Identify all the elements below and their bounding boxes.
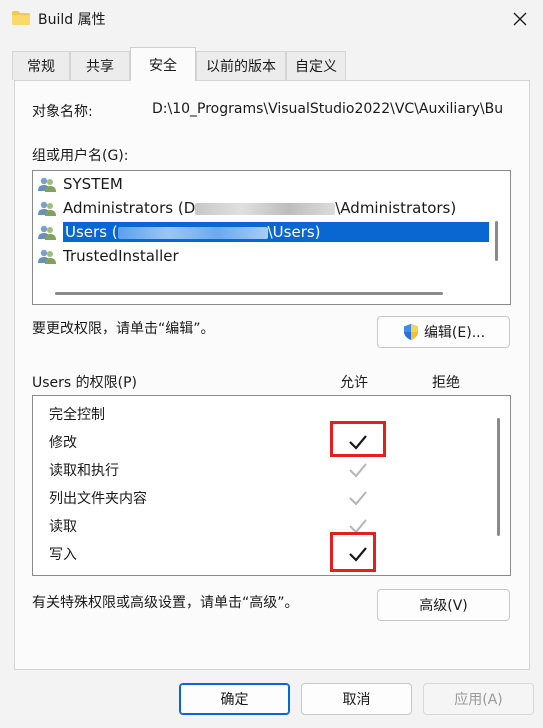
ok-button-label: 确定 [220,692,249,708]
tab-label: 共享 [86,59,114,75]
apply-button[interactable]: 应用(A) [423,683,534,715]
list-item-label: SYSTEM [63,175,123,193]
object-name-value: D:\10_Programs\VisualStudio2022\VC\Auxil… [152,101,504,117]
groups-label: 组或用户名(G): [32,148,129,164]
cancel-button-label: 取消 [342,692,371,708]
users-icon [38,177,56,192]
list-item-suffix: \Users) [267,223,321,241]
permissions-list[interactable]: 完全控制 修改 读取和执行 列出文件夹内容 读取 写入 [32,395,511,576]
title-bar: Build 属性 [0,0,543,38]
permission-row-read-execute: 读取和执行 [49,459,119,481]
cancel-button[interactable]: 取消 [301,683,412,715]
object-name-label: 对象名称: [32,104,93,120]
tab-label: 安全 [149,57,177,74]
vertical-scrollbar-thumb[interactable] [497,418,500,536]
tab-security[interactable]: 安全 [130,47,196,81]
highlight-box-write [330,532,376,572]
permissions-label: Users 的权限(P) [32,375,138,391]
edit-button-label: 编辑(E)... [423,325,486,341]
permission-row-read: 读取 [49,515,77,537]
permission-name: 完全控制 [49,407,105,423]
list-item-administrators[interactable]: Administrators (D \Administrators) [37,197,456,219]
window-title: Build 属性 [38,12,106,28]
ok-button[interactable]: 确定 [179,683,290,715]
vertical-scrollbar-thumb[interactable] [495,221,498,261]
permission-row-modify: 修改 [49,431,77,453]
list-item-users[interactable]: Users ( \Users) [37,221,489,243]
permission-row-write: 写入 [49,543,77,565]
users-icon [38,225,56,240]
users-icon [38,201,56,216]
users-icon [38,249,56,264]
apply-button-label: 应用(A) [454,692,503,708]
inherited-checkmark-icon [349,491,367,506]
close-icon [513,12,527,26]
tab-label: 自定义 [295,59,337,75]
advanced-button-label: 高级(V) [419,598,468,614]
allow-column-header: 允许 [340,375,368,391]
close-button[interactable] [507,6,533,32]
tab-sharing[interactable]: 共享 [70,51,130,80]
tab-label: 以前的版本 [206,59,276,75]
groups-listbox[interactable]: SYSTEM Administrators (D \Administrators)… [32,170,511,305]
list-item-label: TrustedInstaller [63,247,179,265]
dialog-footer: 确定 取消 应用(A) [0,670,543,728]
advanced-hint: 有关特殊权限或高级设置，请单击“高级”。 [32,595,299,611]
tab-general[interactable]: 常规 [12,51,70,80]
permission-name: 读取 [49,519,77,535]
properties-dialog: Build 属性 常规 共享 安全 以前的版本 自定义 对象名称: D:\10_… [0,0,543,728]
list-item-text: Administrators (D \Administrators) [63,199,456,217]
inherited-checkmark-icon [349,463,367,478]
highlight-box-modify [330,421,386,457]
edit-hint: 要更改权限，请单击“编辑”。 [32,321,215,337]
permission-name: 写入 [49,547,77,563]
list-item-system[interactable]: SYSTEM [37,173,123,195]
deny-column-header: 拒绝 [432,375,460,391]
list-item-label: Administrators (D [63,199,196,217]
redacted-text [195,202,336,215]
permission-row-list-folder: 列出文件夹内容 [49,487,147,509]
list-item-text: Users ( \Users) [63,222,489,242]
tab-customize[interactable]: 自定义 [286,51,346,80]
horizontal-scrollbar-thumb[interactable] [55,292,443,295]
permission-name: 读取和执行 [49,463,119,479]
redacted-text [117,226,268,239]
edit-button[interactable]: 编辑(E)... [377,316,510,348]
permission-name: 列出文件夹内容 [49,491,147,507]
permission-row-full-control: 完全控制 [49,403,105,425]
advanced-button[interactable]: 高级(V) [377,589,510,621]
tab-label: 常规 [27,59,55,75]
tab-previous-versions[interactable]: 以前的版本 [196,51,286,80]
shield-icon [403,324,418,340]
list-item-suffix: \Administrators) [335,199,457,217]
list-item-label: Users ( [65,223,118,241]
list-item-trustedinstaller[interactable]: TrustedInstaller [37,245,179,267]
folder-icon [12,11,30,25]
permission-name: 修改 [49,435,77,451]
